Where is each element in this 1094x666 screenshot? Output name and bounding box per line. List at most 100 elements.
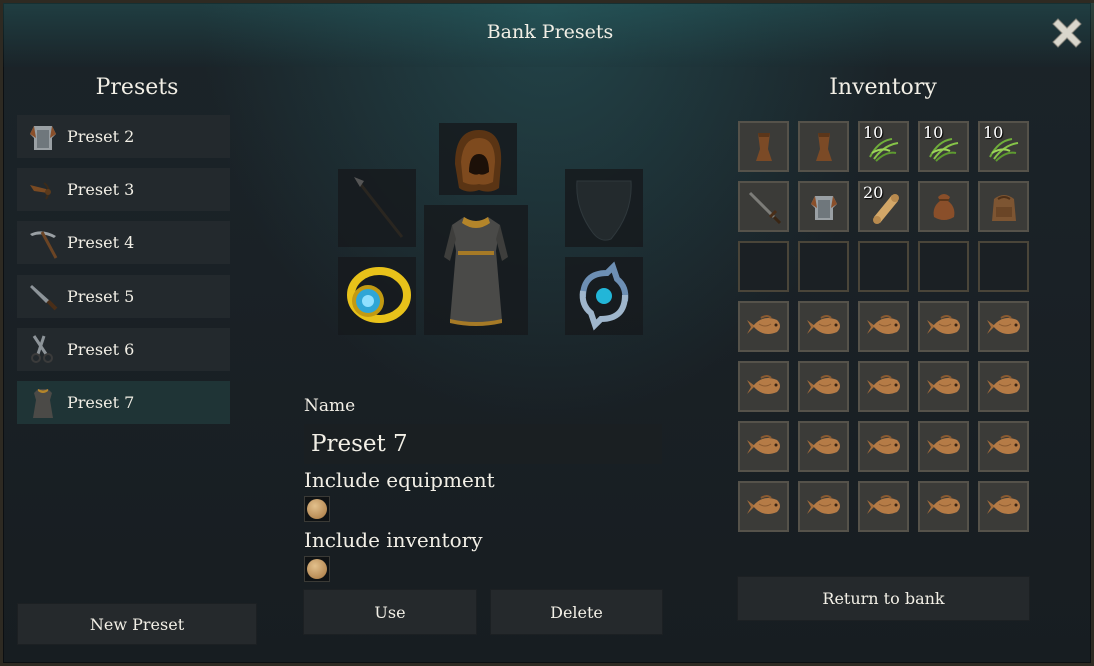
wooden-leg-icon — [804, 127, 844, 167]
fish-icon — [803, 430, 845, 464]
inventory-slot[interactable] — [738, 301, 789, 352]
spear-icon — [354, 177, 404, 238]
inventory-slot[interactable] — [858, 241, 909, 292]
inventory-slot[interactable] — [738, 181, 789, 232]
inventory-slot[interactable] — [978, 421, 1029, 472]
inventory-slot[interactable] — [918, 241, 969, 292]
new-preset-button[interactable]: New Preset — [17, 603, 257, 645]
knife-icon — [25, 278, 61, 314]
equipment-slot-body[interactable] — [424, 205, 528, 335]
include-equipment-checkbox[interactable] — [304, 496, 330, 522]
fish-icon — [983, 370, 1025, 404]
inventory-slot[interactable] — [798, 181, 849, 232]
fish-icon — [743, 490, 785, 524]
hood-icon — [455, 130, 502, 192]
inventory-slot[interactable] — [798, 241, 849, 292]
inventory-slot[interactable]: 10 — [918, 121, 969, 172]
fish-icon — [923, 370, 965, 404]
fish-icon — [743, 370, 785, 404]
include-inventory-checkbox[interactable] — [304, 556, 330, 582]
sword-icon — [744, 187, 784, 227]
preset-item[interactable]: Preset 2 — [17, 115, 230, 158]
preset-item[interactable]: Preset 5 — [17, 274, 230, 318]
inventory-slot[interactable] — [738, 241, 789, 292]
fish-icon — [863, 430, 905, 464]
armor-chestplate-icon — [25, 119, 61, 155]
preset-item-label: Preset 5 — [67, 286, 135, 306]
include-inventory-label: Include inventory — [304, 528, 483, 552]
inventory-slot[interactable] — [798, 421, 849, 472]
inventory-slot[interactable]: 20 — [858, 181, 909, 232]
inventory-slot[interactable] — [798, 121, 849, 172]
inventory-slot[interactable] — [858, 421, 909, 472]
wooden-leg-icon — [744, 127, 784, 167]
inventory-slot[interactable] — [798, 361, 849, 412]
shears-icon — [25, 331, 61, 367]
pickaxe-icon — [25, 225, 61, 261]
close-button[interactable] — [1047, 13, 1087, 53]
fish-icon — [803, 310, 845, 344]
inventory-slot[interactable]: 10 — [858, 121, 909, 172]
item-quantity: 10 — [923, 123, 944, 142]
inventory-slot[interactable] — [978, 181, 1029, 232]
inventory-slot[interactable] — [738, 421, 789, 472]
delete-button[interactable]: Delete — [490, 589, 663, 635]
inventory-slot[interactable] — [798, 481, 849, 532]
fish-icon — [803, 490, 845, 524]
inventory-slot[interactable] — [858, 481, 909, 532]
inventory-slot[interactable] — [738, 481, 789, 532]
equipment-slot-head[interactable] — [439, 123, 517, 195]
inventory-slot[interactable] — [918, 301, 969, 352]
robe-icon — [25, 385, 61, 421]
backpack-icon — [984, 187, 1024, 227]
window-title: Bank Presets — [486, 21, 614, 43]
inventory-slot[interactable] — [918, 361, 969, 412]
fish-icon — [983, 490, 1025, 524]
inventory-slot[interactable] — [978, 361, 1029, 412]
inventory-slot[interactable] — [918, 481, 969, 532]
inventory-slot[interactable] — [858, 301, 909, 352]
rune-amulet-icon — [579, 261, 629, 331]
name-label: Name — [304, 396, 356, 416]
crossbow-icon — [25, 172, 61, 208]
fish-icon — [983, 430, 1025, 464]
preset-item[interactable]: Preset 3 — [17, 168, 230, 212]
fish-icon — [923, 490, 965, 524]
shield-silhouette-icon — [576, 180, 632, 241]
preset-item[interactable]: Preset 7 — [17, 381, 230, 424]
armor-chestplate-icon — [807, 190, 841, 224]
inventory-slot[interactable] — [918, 181, 969, 232]
preset-item[interactable]: Preset 4 — [17, 221, 230, 265]
fish-icon — [743, 310, 785, 344]
inventory-slot[interactable] — [858, 361, 909, 412]
fish-icon — [803, 370, 845, 404]
inventory-slot[interactable] — [798, 301, 849, 352]
fish-icon — [863, 370, 905, 404]
checkbox-knob-icon — [307, 559, 327, 579]
inventory-slot[interactable] — [978, 241, 1029, 292]
inventory-slot[interactable] — [918, 421, 969, 472]
equipment-slot-weapon[interactable] — [338, 169, 416, 247]
equipment-slot-amulet[interactable] — [565, 257, 643, 335]
preset-name-input[interactable] — [304, 424, 662, 464]
bank-presets-window: Bank Presets Presets Preset 2 Preset 3 Pre… — [0, 0, 1094, 666]
item-quantity: 20 — [863, 183, 884, 202]
inventory-slot[interactable] — [738, 361, 789, 412]
inventory-heading: Inventory — [829, 75, 937, 100]
robe-icon — [444, 217, 508, 326]
fish-icon — [923, 430, 965, 464]
inventory-slot[interactable] — [978, 301, 1029, 352]
equipment-slot-shield[interactable] — [565, 169, 643, 247]
include-equipment-label: Include equipment — [304, 468, 495, 492]
inventory-slot[interactable] — [978, 481, 1029, 532]
inventory-slot[interactable]: 10 — [978, 121, 1029, 172]
inventory-slot[interactable] — [738, 121, 789, 172]
use-button[interactable]: Use — [303, 589, 477, 635]
fish-icon — [863, 490, 905, 524]
pouch-icon — [924, 187, 964, 227]
preset-item[interactable]: Preset 6 — [17, 327, 230, 371]
return-to-bank-button[interactable]: Return to bank — [737, 576, 1030, 621]
gold-ring-icon — [347, 267, 411, 323]
preset-item-label: Preset 7 — [67, 393, 135, 412]
equipment-slot-ring[interactable] — [338, 257, 416, 335]
